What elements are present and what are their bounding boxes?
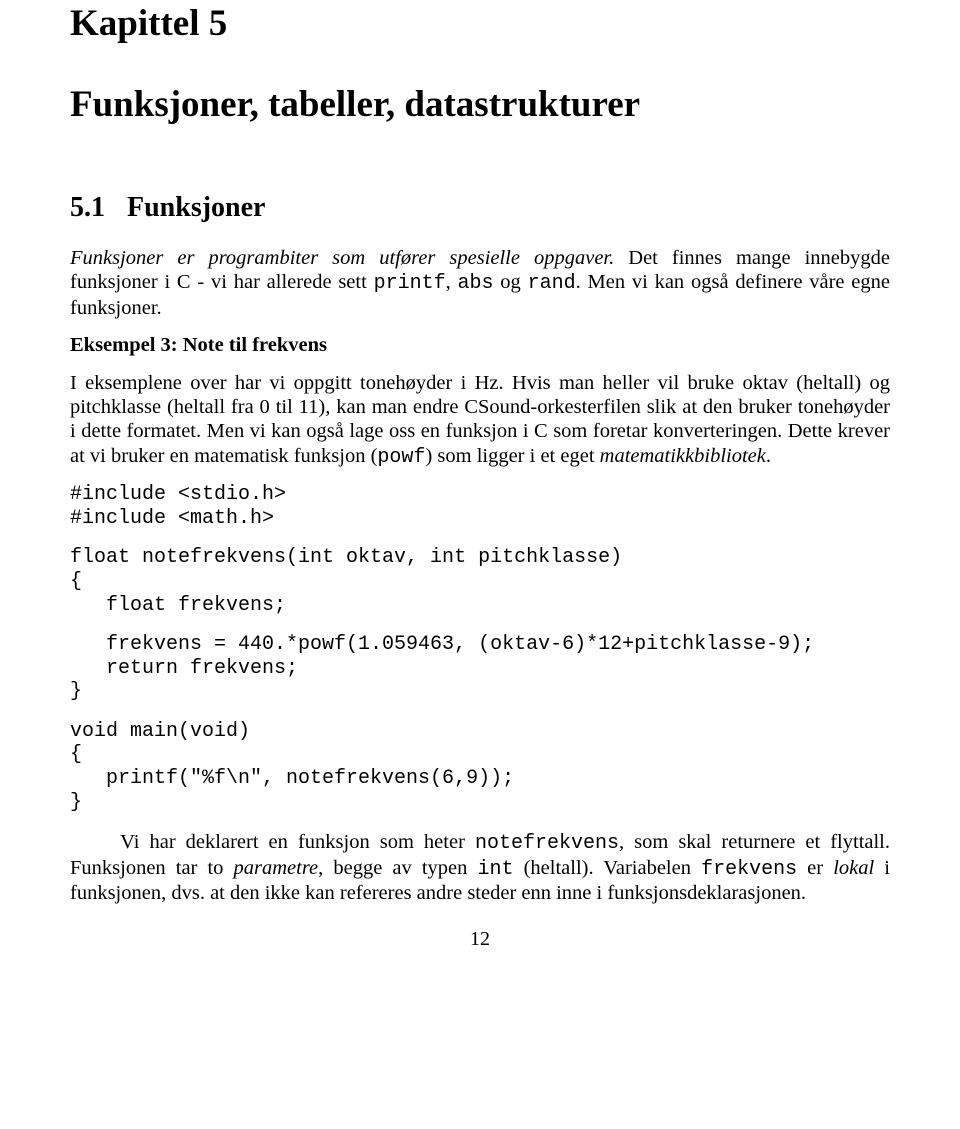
para2-text-c: . [766,445,771,467]
chapter-title: Funksjoner, tabeller, datastrukturer [70,83,890,126]
para3-text-e: er [797,857,833,879]
code-block-3: frekvens = 440.*powf(1.059463, (oktav-6)… [70,633,890,704]
code-block-1: #include <stdio.h> #include <math.h> [70,483,890,530]
paragraph-2: I eksemplene over har vi oppgitt tonehøy… [70,371,890,469]
example-heading: Eksempel 3: Note til frekvens [70,334,890,357]
para3-indent [70,831,120,853]
code-notefrekvens: notefrekvens [475,832,619,855]
para1-sep1: , [446,271,458,293]
section-name: Funksjoner [127,192,265,223]
paragraph-3: Vi har deklarert en funksjon som heter n… [70,830,890,905]
code-section-main: void main(void) { printf("%f\n", notefre… [70,720,890,814]
code-frekvens: frekvens [701,858,797,881]
code-powf: powf [377,446,425,469]
page: Kapittel 5 Funksjoner, tabeller, datastr… [0,0,960,1129]
para3-text-c: , begge av typen [318,857,477,879]
section-number: 5.1 [70,192,105,224]
para1-sep2: og [494,271,528,293]
code-abs: abs [458,272,494,295]
code-section-func-head: float notefrekvens(int oktav, int pitchk… [70,546,890,617]
code-printf: printf [374,272,446,295]
code-int: int [478,858,514,881]
paragraph-1: Funksjoner er programbiter som utfører s… [70,246,890,320]
section-heading: 5.1 Funksjoner [70,192,890,224]
chapter-label: Kapittel 5 [70,2,890,45]
code-block-2: float notefrekvens(int oktav, int pitchk… [70,546,890,617]
para3-text-a: Vi har deklarert en funksjon som heter [120,831,475,853]
para2-text-b: ) som ligger i et eget [425,445,599,467]
para2-italic: matematikkbibliotek [600,445,766,467]
code-section-func-body: frekvens = 440.*powf(1.059463, (oktav-6)… [70,633,890,704]
code-section-includes: #include <stdio.h> #include <math.h> [70,483,890,530]
para1-intro: Funksjoner er programbiter som utfører s… [70,247,614,269]
page-number: 12 [70,928,890,951]
code-block-4: void main(void) { printf("%f\n", notefre… [70,720,890,814]
para3-text-d: (heltall). Variabelen [514,857,702,879]
para3-lokal: lokal [833,857,874,879]
code-rand: rand [528,272,576,295]
para3-parametre: parametre [234,857,319,879]
